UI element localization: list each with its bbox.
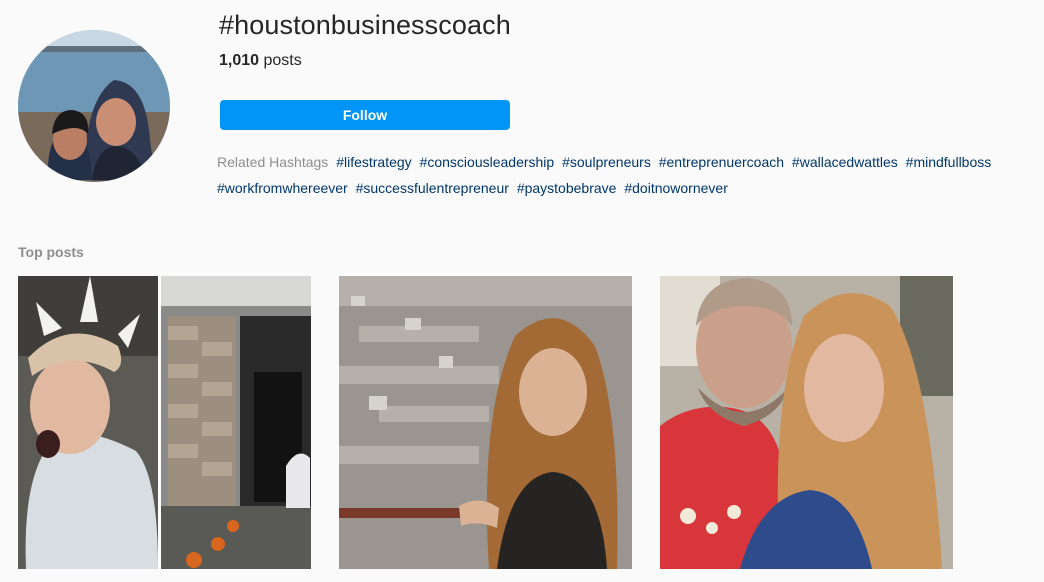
related-hashtag-link[interactable]: #entreprenuercoach [659,154,784,170]
avatar-image [18,30,170,182]
top-post-1[interactable] [18,276,311,569]
top-posts-heading: Top posts [18,244,84,260]
related-hashtags-label: Related Hashtags [217,154,329,170]
post-count: 1,010 posts [219,52,302,70]
post-count-label: posts [263,52,302,69]
post-image [660,276,953,569]
related-hashtag-link[interactable]: #mindfullboss [906,154,992,170]
related-hashtag-link[interactable]: #wallacedwattles [792,154,898,170]
post-image [18,276,311,569]
top-post-3[interactable] [660,276,953,569]
follow-button[interactable]: Follow [220,100,510,130]
top-post-2[interactable] [339,276,632,569]
related-hashtag-link[interactable]: #paystobebrave [517,180,617,196]
related-hashtag-link[interactable]: #successfulentrepreneur [356,180,509,196]
post-count-value: 1,010 [219,52,260,69]
hashtag-avatar [18,30,170,182]
related-hashtag-link[interactable]: #soulpreneurs [562,154,651,170]
post-image [339,276,632,569]
related-hashtags: Related Hashtags #lifestrategy #consciou… [217,149,1037,201]
hashtag-title: #houstonbusinesscoach [219,10,511,40]
related-hashtag-link[interactable]: #consciousleadership [420,154,555,170]
related-hashtag-link[interactable]: #doitnowornever [624,180,728,196]
related-hashtag-link[interactable]: #lifestrategy [336,154,411,170]
related-hashtag-link[interactable]: #workfromwhereever [217,180,348,196]
